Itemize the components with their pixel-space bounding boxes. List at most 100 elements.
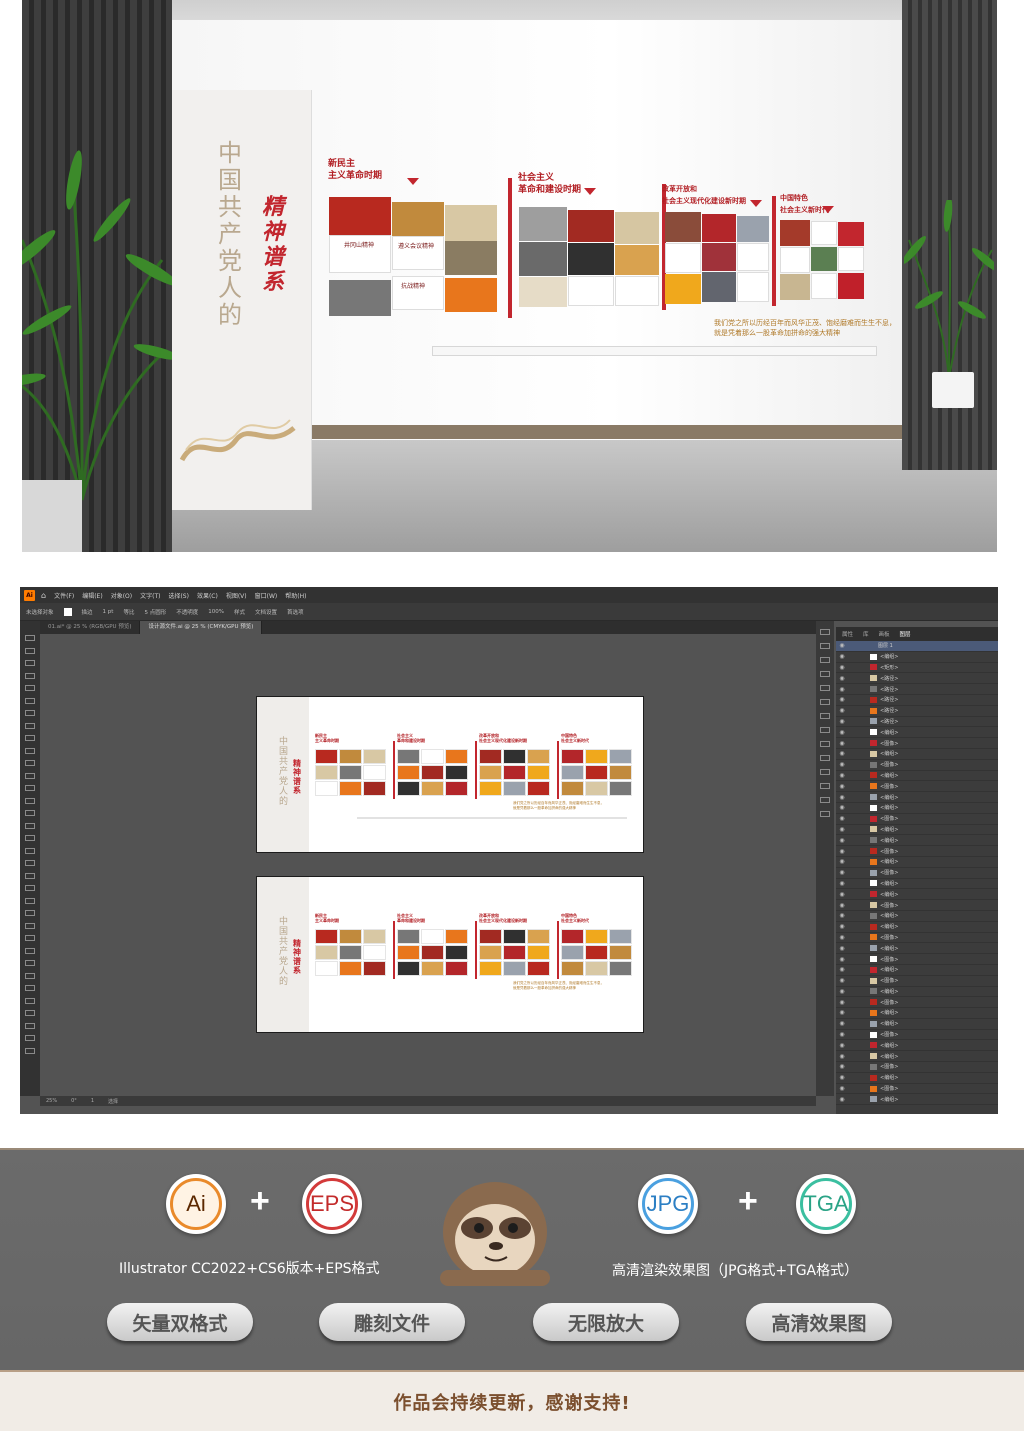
eye-icon[interactable]: ◉ [836, 1042, 848, 1049]
layer-row[interactable]: ◉ <编组> [836, 889, 998, 901]
panel-icon[interactable] [820, 769, 830, 775]
fill-swatch[interactable] [63, 607, 72, 616]
tool-icon[interactable] [25, 897, 35, 904]
eye-icon[interactable]: ◉ [836, 945, 848, 952]
eye-icon[interactable]: ◉ [836, 686, 848, 693]
style-label[interactable]: 样式 [234, 608, 245, 616]
layer-row[interactable]: ◉ <路径> [836, 695, 998, 706]
artboard-number[interactable]: 1 [91, 1098, 94, 1104]
menu-view[interactable]: 视图(V) [226, 591, 247, 600]
layer-row[interactable]: ◉ <编组> [836, 857, 998, 868]
tool-icon[interactable] [25, 1035, 35, 1041]
eye-icon[interactable]: ◉ [836, 1009, 848, 1016]
rotation[interactable]: 0° [71, 1098, 77, 1104]
layer-name[interactable]: <编组> [880, 1009, 898, 1016]
layer-row[interactable]: ◉ <编组> [836, 835, 998, 847]
layer-row[interactable]: ◉ <编组> [836, 1073, 998, 1084]
layer-row[interactable]: ◉ <编组> [836, 1008, 998, 1019]
layer-name[interactable]: <编组> [880, 1074, 898, 1081]
eye-icon[interactable]: ◉ [836, 783, 848, 790]
layer-name[interactable]: <编组> [880, 923, 898, 930]
eye-icon[interactable]: ◉ [836, 653, 848, 660]
layer-name[interactable]: <图像> [880, 869, 898, 876]
layer-row[interactable]: ◉ <图像> [836, 868, 998, 879]
layer-row[interactable]: ◉ <编组> [836, 943, 998, 955]
eye-icon[interactable]: ◉ [836, 729, 848, 736]
panel-icon[interactable] [820, 699, 830, 705]
tool-icon[interactable] [25, 660, 35, 666]
eye-icon[interactable]: ◉ [836, 880, 848, 887]
layer-row[interactable]: ◉ <编组> [836, 1051, 998, 1063]
layer-name[interactable]: <图像> [880, 740, 898, 747]
tool-icon[interactable] [25, 997, 35, 1004]
layer-row[interactable]: ◉ <路径> [836, 684, 998, 695]
layer-name[interactable]: <图像> [880, 1085, 898, 1092]
layer-row[interactable]: ◉ <图像> [836, 760, 998, 771]
layer-name[interactable]: <编组> [880, 988, 898, 995]
layer-row[interactable]: ◉ <路径> [836, 673, 998, 685]
menu-select[interactable]: 选择(S) [168, 591, 189, 600]
layer-row[interactable]: ◉ <图像> [836, 814, 998, 825]
layer-row[interactable]: ◉ <编组> [836, 825, 998, 836]
eye-icon[interactable]: ◉ [836, 750, 848, 757]
layer-name[interactable]: <图像> [880, 761, 898, 768]
tab-properties[interactable]: 属性 [842, 630, 853, 638]
eye-icon[interactable]: ◉ [836, 718, 848, 725]
opacity-label[interactable]: 不透明度 [176, 608, 198, 616]
layer-name[interactable]: <路径> [880, 718, 898, 725]
ai-app-icon[interactable]: Ai [24, 589, 35, 601]
layer-row[interactable]: ◉ <编组> [836, 1040, 998, 1052]
layer-row[interactable]: ◉ <编组> [836, 749, 998, 760]
eye-icon[interactable]: ◉ [836, 848, 848, 855]
panel-icon[interactable] [820, 671, 830, 677]
tool-icon[interactable] [25, 722, 35, 729]
layer-row[interactable]: ◉ <编组> [836, 771, 998, 782]
layer-row[interactable]: ◉ <编组> [836, 922, 998, 933]
tool-icon[interactable] [25, 872, 35, 879]
eye-icon[interactable]: ◉ [836, 977, 848, 984]
eye-icon[interactable]: ◉ [836, 740, 848, 747]
layer-name[interactable]: <图像> [880, 956, 898, 963]
layer-row[interactable]: ◉ <编组> [836, 1019, 998, 1030]
eye-icon[interactable]: ◉ [836, 1063, 848, 1070]
artboard[interactable]: 中国共产党人的 精神谱系 新民主 主义革命时期 社会主义 革命和建设时期 改革开… [256, 696, 644, 853]
eye-icon[interactable]: ◉ [836, 1096, 848, 1103]
layer-row-top[interactable]: ◉ 图层 1 [836, 641, 998, 652]
eye-icon[interactable]: ◉ [836, 696, 848, 703]
layer-name[interactable]: <编组> [880, 891, 898, 898]
layer-row[interactable]: ◉ <矩形> [836, 663, 998, 674]
eye-icon[interactable]: ◉ [836, 923, 848, 930]
layer-name[interactable]: <图像> [880, 1063, 898, 1070]
layer-row[interactable]: ◉ <图像> [836, 1030, 998, 1041]
tool-icon[interactable] [25, 960, 35, 966]
eye-icon[interactable]: ◉ [836, 675, 848, 682]
tab-libraries[interactable]: 库 [863, 630, 869, 638]
layer-row[interactable]: ◉ <编组> [836, 879, 998, 890]
layer-row[interactable]: ◉ <图像> [836, 954, 998, 965]
eye-icon[interactable]: ◉ [836, 869, 848, 876]
layer-row[interactable]: ◉ <编组> [836, 1094, 998, 1106]
layer-name[interactable]: <图像> [880, 1031, 898, 1038]
layer-name[interactable]: <编组> [880, 772, 898, 779]
menu-object[interactable]: 对象(O) [111, 591, 132, 600]
layer-row[interactable]: ◉ <编组> [836, 987, 998, 998]
tool-icon[interactable] [25, 922, 35, 929]
tool-icon[interactable] [25, 985, 35, 991]
layer-row[interactable]: ◉ <编组> [836, 652, 998, 663]
layer-row[interactable]: ◉ <编组> [836, 727, 998, 739]
tool-icon[interactable] [25, 947, 35, 954]
eye-icon[interactable]: ◉ [836, 988, 848, 995]
layer-row[interactable]: ◉ <图像> [836, 900, 998, 911]
tab-doc-2[interactable]: 设计源文件.ai @ 25 % (CMYK/GPU 预览) [140, 621, 263, 634]
menu-edit[interactable]: 编辑(E) [82, 591, 102, 600]
layer-row[interactable]: ◉ <编组> [836, 911, 998, 922]
tool-icon[interactable] [25, 772, 35, 779]
layer-name[interactable]: <编组> [880, 966, 898, 973]
tool-icon[interactable] [25, 847, 35, 854]
zoom-level[interactable]: 25% [46, 1098, 57, 1104]
eye-icon[interactable]: ◉ [836, 999, 848, 1006]
layer-name[interactable]: <图像> [880, 977, 898, 984]
tool-icon[interactable] [25, 697, 35, 704]
layer-name[interactable]: <编组> [880, 945, 898, 952]
eye-icon[interactable]: ◉ [836, 794, 848, 801]
